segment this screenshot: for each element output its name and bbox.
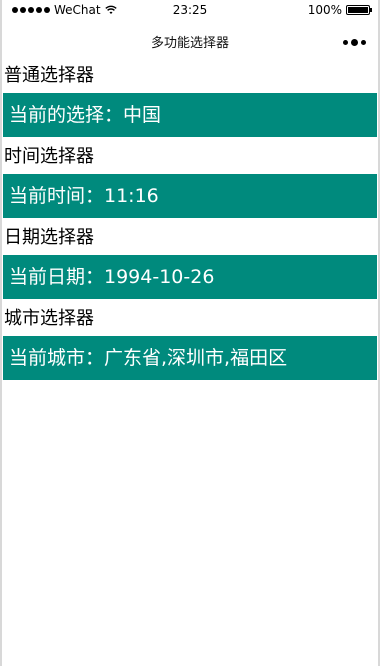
section-title: 时间选择器 — [4, 146, 94, 167]
city-picker[interactable]: 当前城市：广东省,深圳市,福田区 — [3, 336, 377, 380]
time-picker[interactable]: 当前时间：11:16 — [3, 174, 377, 218]
picker-list: 普通选择器 当前的选择：中国 时间选择器 当前时间：11:16 日期选择器 当前… — [3, 62, 377, 388]
ellipsis-icon[interactable] — [343, 39, 366, 46]
navigation-bar: 多功能选择器 — [0, 20, 380, 62]
battery-area: 100% — [307, 0, 372, 20]
section-normal-picker: 普通选择器 当前的选择：中国 — [3, 64, 377, 137]
section-time-picker: 时间选择器 当前时间：11:16 — [3, 145, 377, 218]
normal-picker[interactable]: 当前的选择：中国 — [3, 93, 377, 137]
section-title: 城市选择器 — [4, 308, 94, 329]
status-bar: WeChat 23:25 100% — [0, 0, 380, 20]
section-title: 普通选择器 — [4, 65, 94, 86]
date-picker[interactable]: 当前日期：1994-10-26 — [3, 255, 377, 299]
section-date-picker: 日期选择器 当前日期：1994-10-26 — [3, 226, 377, 299]
section-city-picker: 城市选择器 当前城市：广东省,深圳市,福田区 — [3, 307, 377, 380]
left-frame-border — [0, 0, 2, 666]
battery-percentage: 100% — [307, 3, 342, 17]
battery-icon — [346, 5, 372, 15]
section-title: 日期选择器 — [4, 227, 94, 248]
page-title: 多功能选择器 — [150, 36, 229, 51]
